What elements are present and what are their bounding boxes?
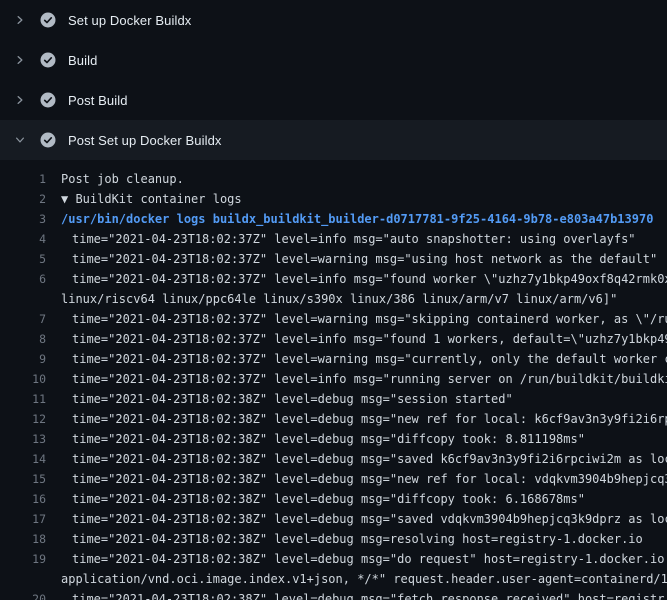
- log-line-number[interactable]: 2: [0, 189, 46, 209]
- step-section-post-build[interactable]: Post Build: [0, 80, 667, 120]
- log-line-text: time="2021-04-23T18:02:37Z" level=warnin…: [61, 352, 667, 366]
- log-line: 6 time="2021-04-23T18:02:37Z" level=info …: [0, 269, 667, 289]
- group-toggle-icon[interactable]: ▼: [61, 192, 75, 206]
- log-line-number[interactable]: 19: [0, 549, 46, 569]
- step-sections: Set up Docker Buildx Build Post Build Post …: [0, 0, 667, 160]
- chevron-right-icon[interactable]: [12, 52, 28, 68]
- log-line: 9 time="2021-04-23T18:02:37Z" level=warni…: [0, 349, 667, 369]
- log-line-number[interactable]: 18: [0, 529, 46, 549]
- log-line-text: time="2021-04-23T18:02:37Z" level=warnin…: [61, 312, 667, 326]
- log-line-text: ▼ BuildKit container logs: [61, 192, 242, 206]
- log-line: 17 time="2021-04-23T18:02:38Z" level=debu…: [0, 509, 667, 529]
- log-line: 15 time="2021-04-23T18:02:38Z" level=debu…: [0, 469, 667, 489]
- actions-log-viewer: Set up Docker Buildx Build Post Build Post …: [0, 0, 667, 600]
- log-line-text: time="2021-04-23T18:02:38Z" level=debug …: [61, 532, 643, 546]
- log-line-number[interactable]: 20: [0, 589, 46, 600]
- log-line-text: time="2021-04-23T18:02:38Z" level=debug …: [61, 472, 667, 486]
- log-line-number[interactable]: 17: [0, 509, 46, 529]
- log-line-number[interactable]: 9: [0, 349, 46, 369]
- log-line: 1 Post job cleanup.: [0, 169, 667, 189]
- log-line-text: time="2021-04-23T18:02:37Z" level=info m…: [61, 232, 636, 246]
- chevron-right-icon[interactable]: [12, 92, 28, 108]
- log-line-text: time="2021-04-23T18:02:38Z" level=debug …: [61, 492, 585, 506]
- log-line-text: time="2021-04-23T18:02:37Z" level=info m…: [61, 332, 667, 346]
- log-line-number[interactable]: 1: [0, 169, 46, 189]
- step-section-title: Post Build: [68, 93, 128, 108]
- log-line-number[interactable]: 5: [0, 249, 46, 269]
- log-line-number[interactable]: 16: [0, 489, 46, 509]
- log-line: 20 time="2021-04-23T18:02:38Z" level=debu…: [0, 589, 667, 600]
- log-line-number[interactable]: 12: [0, 409, 46, 429]
- log-line-text: linux/riscv64 linux/ppc64le linux/s390x …: [61, 292, 617, 306]
- log-line-number[interactable]: 3: [0, 209, 46, 229]
- log-line-text: application/vnd.oci.image.index.v1+json,…: [61, 572, 667, 586]
- log-line-text: time="2021-04-23T18:02:38Z" level=debug …: [61, 512, 667, 526]
- log-line-text: time="2021-04-23T18:02:38Z" level=debug …: [61, 592, 664, 600]
- step-section-title: Post Set up Docker Buildx: [68, 133, 222, 148]
- log-line: 14 time="2021-04-23T18:02:38Z" level=debu…: [0, 449, 667, 469]
- log-line-number[interactable]: 8: [0, 329, 46, 349]
- log-line-text: time="2021-04-23T18:02:37Z" level=info m…: [61, 272, 667, 286]
- log-line-number[interactable]: 15: [0, 469, 46, 489]
- check-circle-icon: [40, 132, 56, 148]
- log-line-text: time="2021-04-23T18:02:38Z" level=debug …: [61, 552, 667, 566]
- log-area: 1 Post job cleanup. 2 ▼ BuildKit container …: [0, 160, 667, 600]
- log-line: 2 ▼ BuildKit container logs: [0, 189, 667, 209]
- check-circle-icon: [40, 12, 56, 28]
- step-section-title: Build: [68, 53, 97, 68]
- log-line: 11 time="2021-04-23T18:02:38Z" level=debu…: [0, 389, 667, 409]
- step-section-title: Set up Docker Buildx: [68, 13, 191, 28]
- log-line: 19 time="2021-04-23T18:02:38Z" level=debu…: [0, 549, 667, 569]
- check-circle-icon: [40, 52, 56, 68]
- log-command-text[interactable]: /usr/bin/docker logs buildx_buildkit_bui…: [61, 212, 653, 226]
- log-line: 16 time="2021-04-23T18:02:38Z" level=debu…: [0, 489, 667, 509]
- log-line-number[interactable]: 7: [0, 309, 46, 329]
- step-section-set-up-docker-buildx[interactable]: Set up Docker Buildx: [0, 0, 667, 40]
- log-line: 3/usr/bin/docker logs buildx_buildkit_bu…: [0, 209, 667, 229]
- step-section-post-set-up-docker-buildx[interactable]: Post Set up Docker Buildx: [0, 120, 667, 160]
- log-line-wrap: application/vnd.oci.image.index.v1+json,…: [0, 569, 667, 589]
- group-title: BuildKit container logs: [75, 192, 241, 206]
- log-line: 10 time="2021-04-23T18:02:37Z" level=info…: [0, 369, 667, 389]
- log-line: 7 time="2021-04-23T18:02:37Z" level=warni…: [0, 309, 667, 329]
- chevron-down-icon[interactable]: [12, 132, 28, 148]
- log-line: 4 time="2021-04-23T18:02:37Z" level=info …: [0, 229, 667, 249]
- log-line: 18 time="2021-04-23T18:02:38Z" level=debu…: [0, 529, 667, 549]
- log-line: 8 time="2021-04-23T18:02:37Z" level=info …: [0, 329, 667, 349]
- log-line: 13 time="2021-04-23T18:02:38Z" level=debu…: [0, 429, 667, 449]
- log-line-wrap: linux/riscv64 linux/ppc64le linux/s390x …: [0, 289, 667, 309]
- log-line-number[interactable]: 10: [0, 369, 46, 389]
- log-line-text: time="2021-04-23T18:02:37Z" level=info m…: [61, 372, 667, 386]
- step-section-build[interactable]: Build: [0, 40, 667, 80]
- log-line-text: time="2021-04-23T18:02:38Z" level=debug …: [61, 412, 667, 426]
- log-line: 12 time="2021-04-23T18:02:38Z" level=debu…: [0, 409, 667, 429]
- log-line-text: time="2021-04-23T18:02:38Z" level=debug …: [61, 432, 585, 446]
- log-line-text: time="2021-04-23T18:02:38Z" level=debug …: [61, 452, 667, 466]
- chevron-right-icon[interactable]: [12, 12, 28, 28]
- log-line-text: time="2021-04-23T18:02:37Z" level=warnin…: [61, 252, 657, 266]
- log-line: 5 time="2021-04-23T18:02:37Z" level=warni…: [0, 249, 667, 269]
- check-circle-icon: [40, 92, 56, 108]
- log-line-text: time="2021-04-23T18:02:38Z" level=debug …: [61, 392, 513, 406]
- log-line-number[interactable]: 14: [0, 449, 46, 469]
- log-line-number[interactable]: 13: [0, 429, 46, 449]
- log-line-number[interactable]: 6: [0, 269, 46, 289]
- log-line-text: Post job cleanup.: [61, 172, 184, 186]
- log-line-number[interactable]: 4: [0, 229, 46, 249]
- log-line-number[interactable]: 11: [0, 389, 46, 409]
